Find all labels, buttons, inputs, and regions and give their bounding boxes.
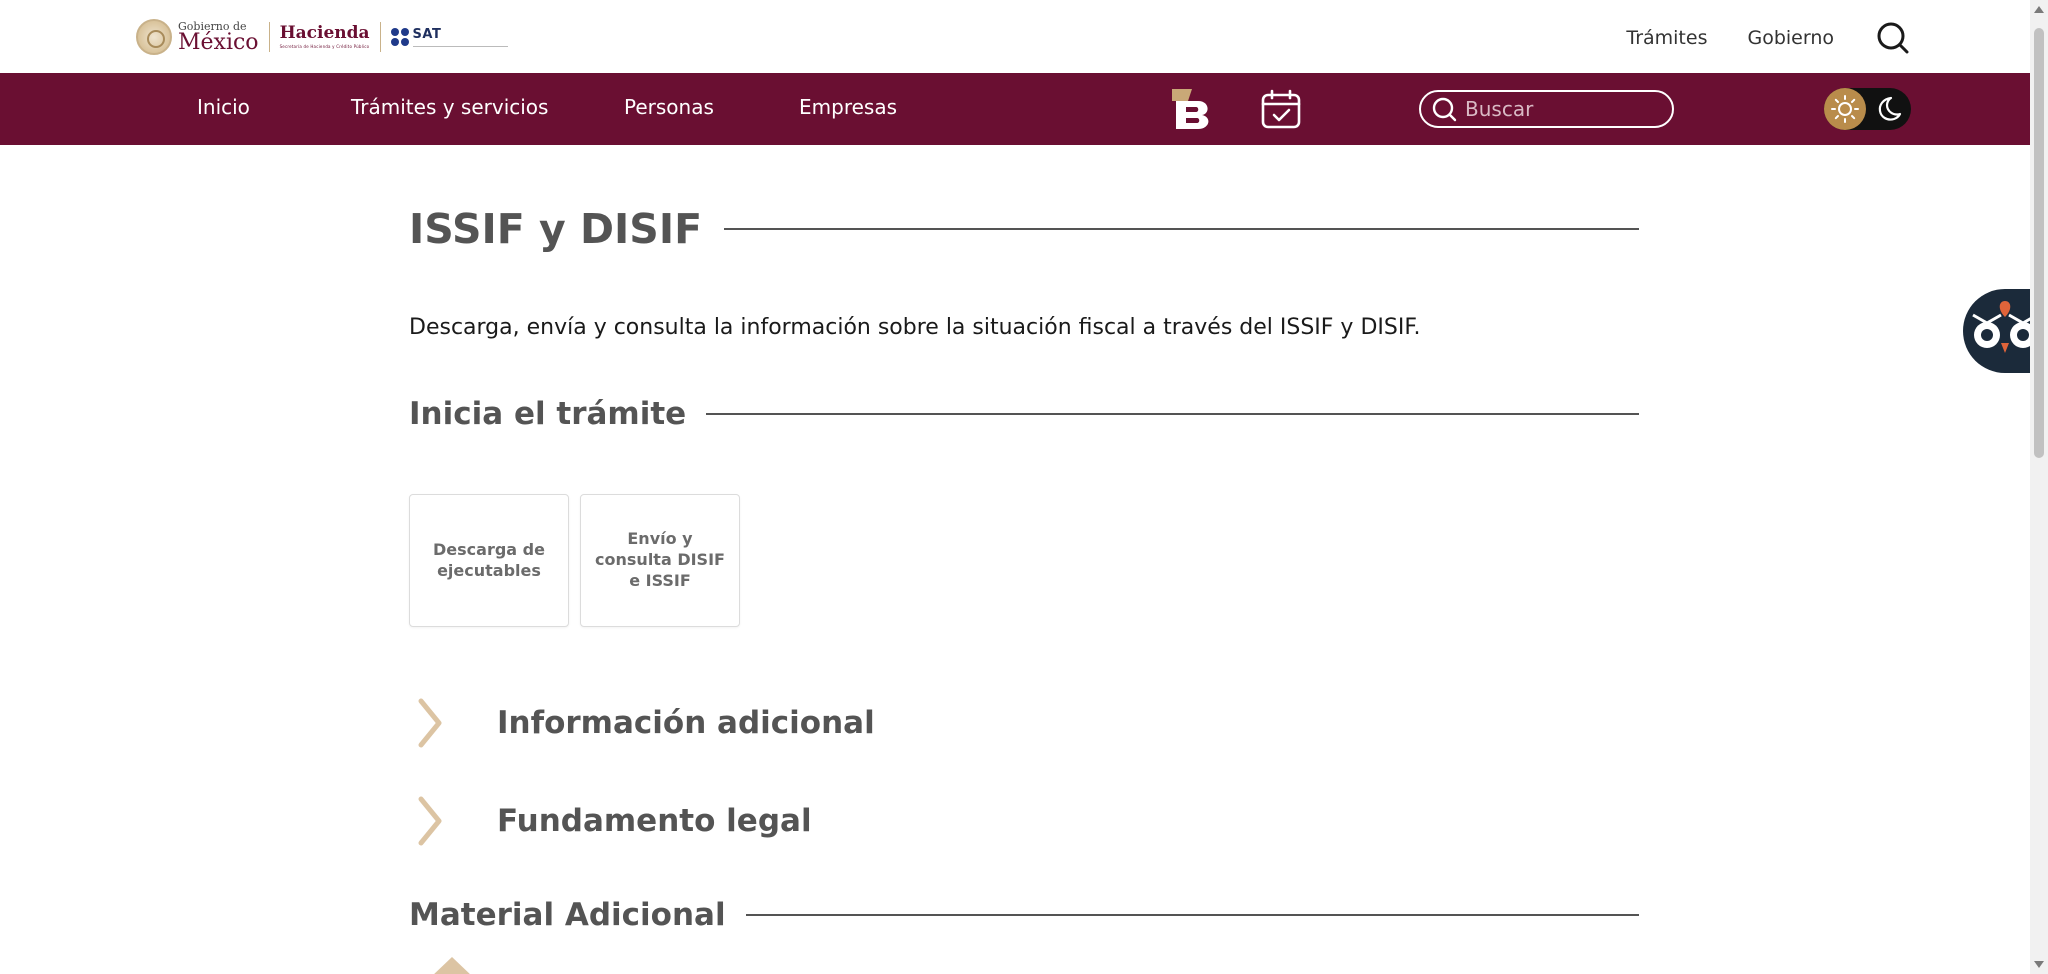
section-divider [745,914,1639,916]
moon-icon[interactable] [1866,88,1908,130]
title-row: ISSIF y DISIF [409,205,1639,253]
sun-icon[interactable] [1824,88,1866,130]
gobierno-mexico-logo: Gobierno de México [136,19,259,55]
accordion-informacion-adicional[interactable]: Información adicional [409,695,1309,751]
main-nav: Inicio Trámites y servicios Personas Emp… [0,73,2030,145]
sat-dots-icon [390,28,409,46]
chevron-right-icon [418,796,442,846]
search-icon [1432,97,1457,122]
nav-item-empresas[interactable]: Empresas [799,95,897,119]
logo-divider [268,22,270,52]
top-link-gobierno[interactable]: Gobierno [1747,27,1834,49]
nav-search-box[interactable] [1419,90,1674,128]
logo-divider [379,22,381,52]
chevron-right-icon [418,698,442,748]
page-title: ISSIF y DISIF [409,205,703,253]
section-divider [706,413,1639,415]
page-scrollbar[interactable] [2030,0,2048,974]
b-logo-icon[interactable] [1168,87,1216,131]
logo-hacienda-text: Hacienda [279,23,370,43]
sat-underline [412,46,508,47]
scroll-up-arrow-icon[interactable] [2034,6,2044,13]
hacienda-logo: Hacienda Secretaría de Hacienda y Crédit… [280,25,370,49]
nav-item-tramites-servicios[interactable]: Trámites y servicios [351,95,548,119]
logo-hacienda-sub: Secretaría de Hacienda y Crédito Público [279,44,370,49]
nav-item-personas[interactable]: Personas [624,95,714,119]
scroll-thumb[interactable] [2034,28,2044,458]
section-title-material-adicional: Material Adicional [409,897,726,933]
logo-sat-text: SAT [412,27,442,42]
top-header: Gobierno de México Hacienda Secretaría d… [0,0,2030,73]
nav-item-inicio[interactable]: Inicio [197,95,250,119]
section-inicia-tramite: Inicia el trámite [409,396,1639,432]
card-descarga-ejecutables[interactable]: Descarga de ejecutables [409,494,569,627]
scroll-down-arrow-icon[interactable] [2034,961,2044,968]
card-label: Descarga de ejecutables [433,539,545,580]
section-material-adicional: Material Adicional [409,897,1639,933]
accordion-fundamento-legal[interactable]: Fundamento legal [409,793,1309,849]
diamond-icon [434,957,470,974]
accordion-label: Fundamento legal [497,803,812,839]
theme-toggle[interactable] [1824,88,1911,130]
logo-gob-big: México [178,29,259,55]
title-divider [724,228,1639,230]
search-icon[interactable] [1874,20,1910,56]
header-logos[interactable]: Gobierno de México Hacienda Secretaría d… [136,16,508,58]
accordion-label: Información adicional [497,705,875,741]
mexico-seal-icon [136,19,172,55]
section-title-inicia-tramite: Inicia el trámite [409,396,687,432]
tramite-cards: Descarga de ejecutables Envío y consulta… [409,494,740,627]
top-links: Trámites Gobierno [1626,20,1910,56]
top-link-tramites[interactable]: Trámites [1626,27,1707,49]
sat-logo: SAT [390,27,508,47]
search-input[interactable] [1465,97,1665,121]
page-description: Descarga, envía y consulta la informació… [409,315,1421,340]
calendar-check-icon[interactable] [1258,87,1304,133]
card-label: Envío y consulta DISIF e ISSIF [595,529,725,590]
card-envio-consulta[interactable]: Envío y consulta DISIF e ISSIF [580,494,740,627]
